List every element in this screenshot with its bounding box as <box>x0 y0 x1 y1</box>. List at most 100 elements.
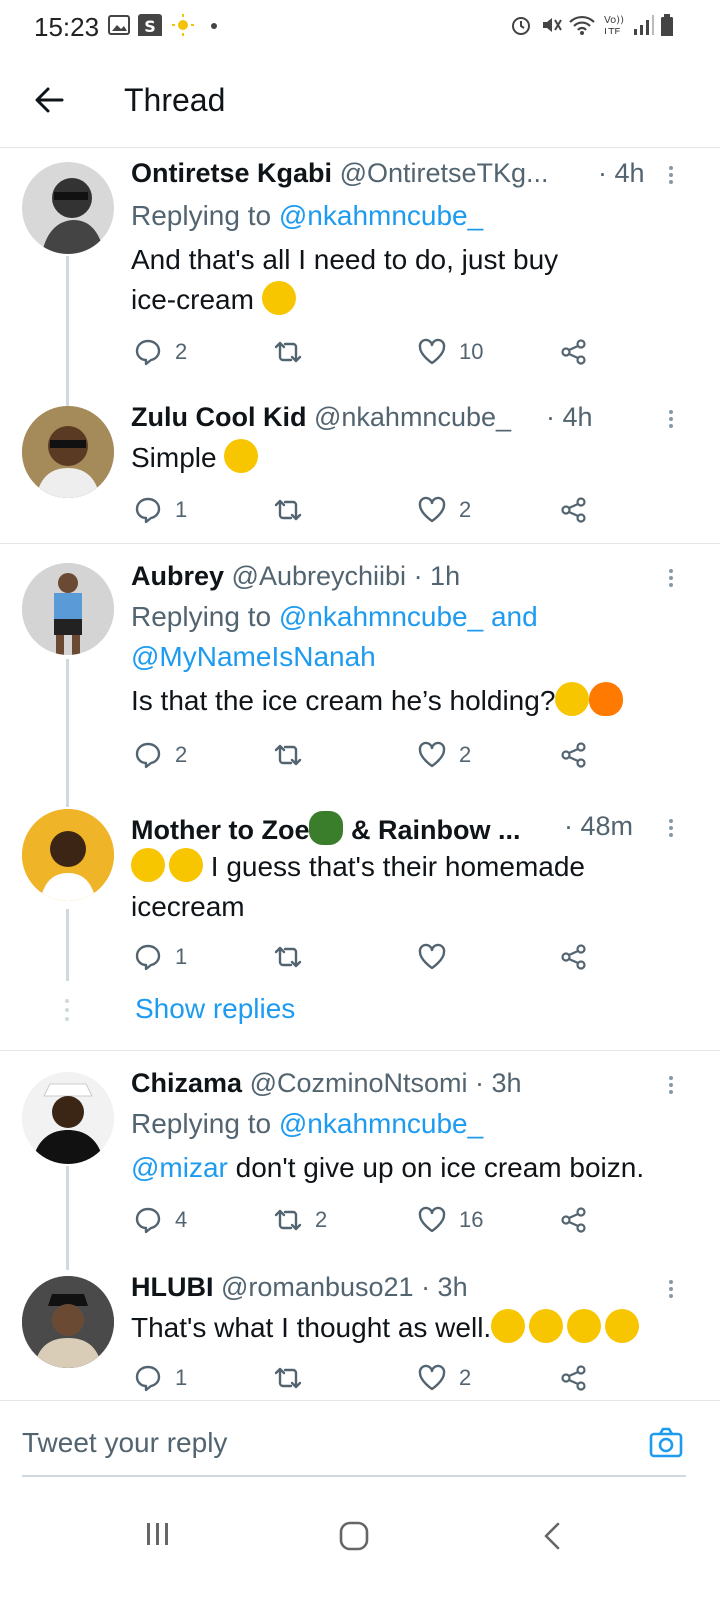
status-time: 15:23 <box>34 12 100 42</box>
more-icon[interactable] <box>668 817 674 839</box>
reply-icon <box>135 339 161 366</box>
more-icon[interactable] <box>668 567 674 589</box>
author-handle[interactable]: @nkahmncube_ <box>314 402 511 432</box>
tree-emoji-icon <box>309 811 344 845</box>
joy-emoji-icon <box>567 1309 602 1343</box>
author-handle[interactable]: @Aubreychiibi <box>232 561 407 591</box>
more-icon[interactable] <box>668 408 674 430</box>
system-nav-bar <box>0 1480 720 1600</box>
tweet-text-line: I guess that's their homemade <box>210 851 585 882</box>
share-button[interactable] <box>559 332 589 372</box>
replying-to-link[interactable]: @nkahmncube_ <box>279 1108 483 1139</box>
like-button[interactable]: 2 <box>417 1358 471 1398</box>
like-icon <box>418 338 446 365</box>
share-icon <box>561 497 586 523</box>
thread-line <box>66 909 69 981</box>
avatar[interactable] <box>22 1072 114 1164</box>
replying-to-link[interactable]: @MyNameIsNanah <box>131 641 376 672</box>
like-count: 2 <box>459 1365 472 1390</box>
share-button[interactable] <box>559 937 589 977</box>
share-button[interactable] <box>559 490 589 530</box>
wifi-icon <box>569 15 595 35</box>
retweet-button[interactable] <box>273 735 315 775</box>
like-button[interactable]: 2 <box>417 490 471 530</box>
share-button[interactable] <box>559 1358 589 1398</box>
camera-icon[interactable] <box>648 1425 684 1461</box>
joy-emoji-icon <box>555 682 590 716</box>
tweet-text-line: icecream <box>131 891 245 922</box>
like-icon <box>418 943 446 970</box>
like-button[interactable]: 16 <box>417 1200 483 1240</box>
retweet-button[interactable] <box>273 937 315 977</box>
reply-button[interactable]: 1 <box>133 1358 187 1398</box>
share-icon <box>561 1207 586 1233</box>
author-name[interactable]: Aubrey <box>131 561 224 591</box>
retweet-button[interactable]: 2 <box>273 1200 327 1240</box>
share-button[interactable] <box>559 735 589 775</box>
reply-button[interactable]: 1 <box>133 490 187 530</box>
tweet-time: · 48m <box>564 811 634 841</box>
reply-count: 1 <box>175 497 188 522</box>
like-icon <box>418 1206 446 1233</box>
author-name[interactable]: Mother to Zoe <box>131 815 309 845</box>
tweet-text-line: Simple <box>131 442 217 473</box>
avatar[interactable] <box>22 563 114 655</box>
retweet-button[interactable] <box>273 490 315 530</box>
reply-button[interactable]: 2 <box>133 332 187 372</box>
joy-emoji-icon <box>131 848 165 882</box>
author-name[interactable]: HLUBI <box>131 1272 214 1302</box>
reply-button[interactable]: 4 <box>133 1200 187 1240</box>
author-handle[interactable]: @CozminoNtsomi <box>250 1068 468 1098</box>
more-icon[interactable] <box>668 164 674 186</box>
avatar[interactable] <box>22 406 114 498</box>
app-bar: Thread <box>0 52 720 148</box>
recent-apps-icon[interactable] <box>144 1520 172 1548</box>
share-icon <box>561 339 586 365</box>
more-icon[interactable] <box>668 1074 674 1096</box>
back-nav-icon[interactable] <box>540 1520 564 1552</box>
replying-label: Replying to <box>131 200 272 231</box>
show-replies-link[interactable]: Show replies <box>135 993 295 1025</box>
tweet-text-line: Is that the ice cream he’s holding? <box>131 685 556 716</box>
sweat-smile-emoji-icon <box>224 439 259 473</box>
like-count: 2 <box>459 497 472 522</box>
joy-emoji-icon <box>169 848 203 882</box>
author-name[interactable]: Ontiretse Kgabi <box>131 158 332 188</box>
reply-icon <box>135 1207 161 1234</box>
like-button[interactable]: 2 <box>417 735 471 775</box>
retweet-button[interactable] <box>273 1358 315 1398</box>
like-button[interactable] <box>417 937 459 977</box>
avatar[interactable] <box>22 809 114 901</box>
reply-input[interactable]: Tweet your reply <box>22 1427 227 1459</box>
back-arrow-icon[interactable] <box>30 80 70 120</box>
author-name[interactable]: Zulu Cool Kid <box>131 402 306 432</box>
reply-button[interactable]: 2 <box>133 735 187 775</box>
tweet-text: Is that the ice cream he’s holding? <box>131 681 684 721</box>
tweet-actions: 2 2 <box>131 735 601 775</box>
retweet-icon <box>274 341 302 363</box>
more-icon[interactable] <box>668 1278 674 1300</box>
author-name-cont[interactable]: & Rainbow ... <box>351 815 521 845</box>
joy-emoji-icon <box>605 1309 640 1343</box>
tweet-text-line: ice-cream <box>131 284 254 315</box>
retweet-button[interactable] <box>273 332 315 372</box>
reply-button[interactable]: 1 <box>133 937 187 977</box>
tweet-text: That's what I thought as well. <box>131 1308 684 1348</box>
avatar[interactable] <box>22 1276 114 1368</box>
reply-icon <box>135 497 161 524</box>
home-icon[interactable] <box>338 1520 370 1552</box>
thread-line <box>66 1166 69 1270</box>
retweet-count: 2 <box>315 1207 328 1232</box>
mention-link[interactable]: @mizar <box>131 1152 228 1183</box>
like-button[interactable]: 10 <box>417 332 483 372</box>
replying-to-link[interactable]: @nkahmncube_ <box>279 200 483 231</box>
avatar[interactable] <box>22 162 114 254</box>
replying-to-link[interactable]: @nkahmncube_ <box>279 601 483 632</box>
sun-icon <box>172 14 194 36</box>
author-handle[interactable]: @OntiretseTKg... <box>340 158 549 188</box>
tweet-text-line: That's what I thought as well. <box>131 1312 492 1343</box>
share-button[interactable] <box>559 1200 589 1240</box>
author-handle[interactable]: @romanbuso21 <box>221 1272 414 1302</box>
tweet-text-line: don't give up on ice cream boizn. <box>235 1152 645 1183</box>
author-name[interactable]: Chizama <box>131 1068 242 1098</box>
